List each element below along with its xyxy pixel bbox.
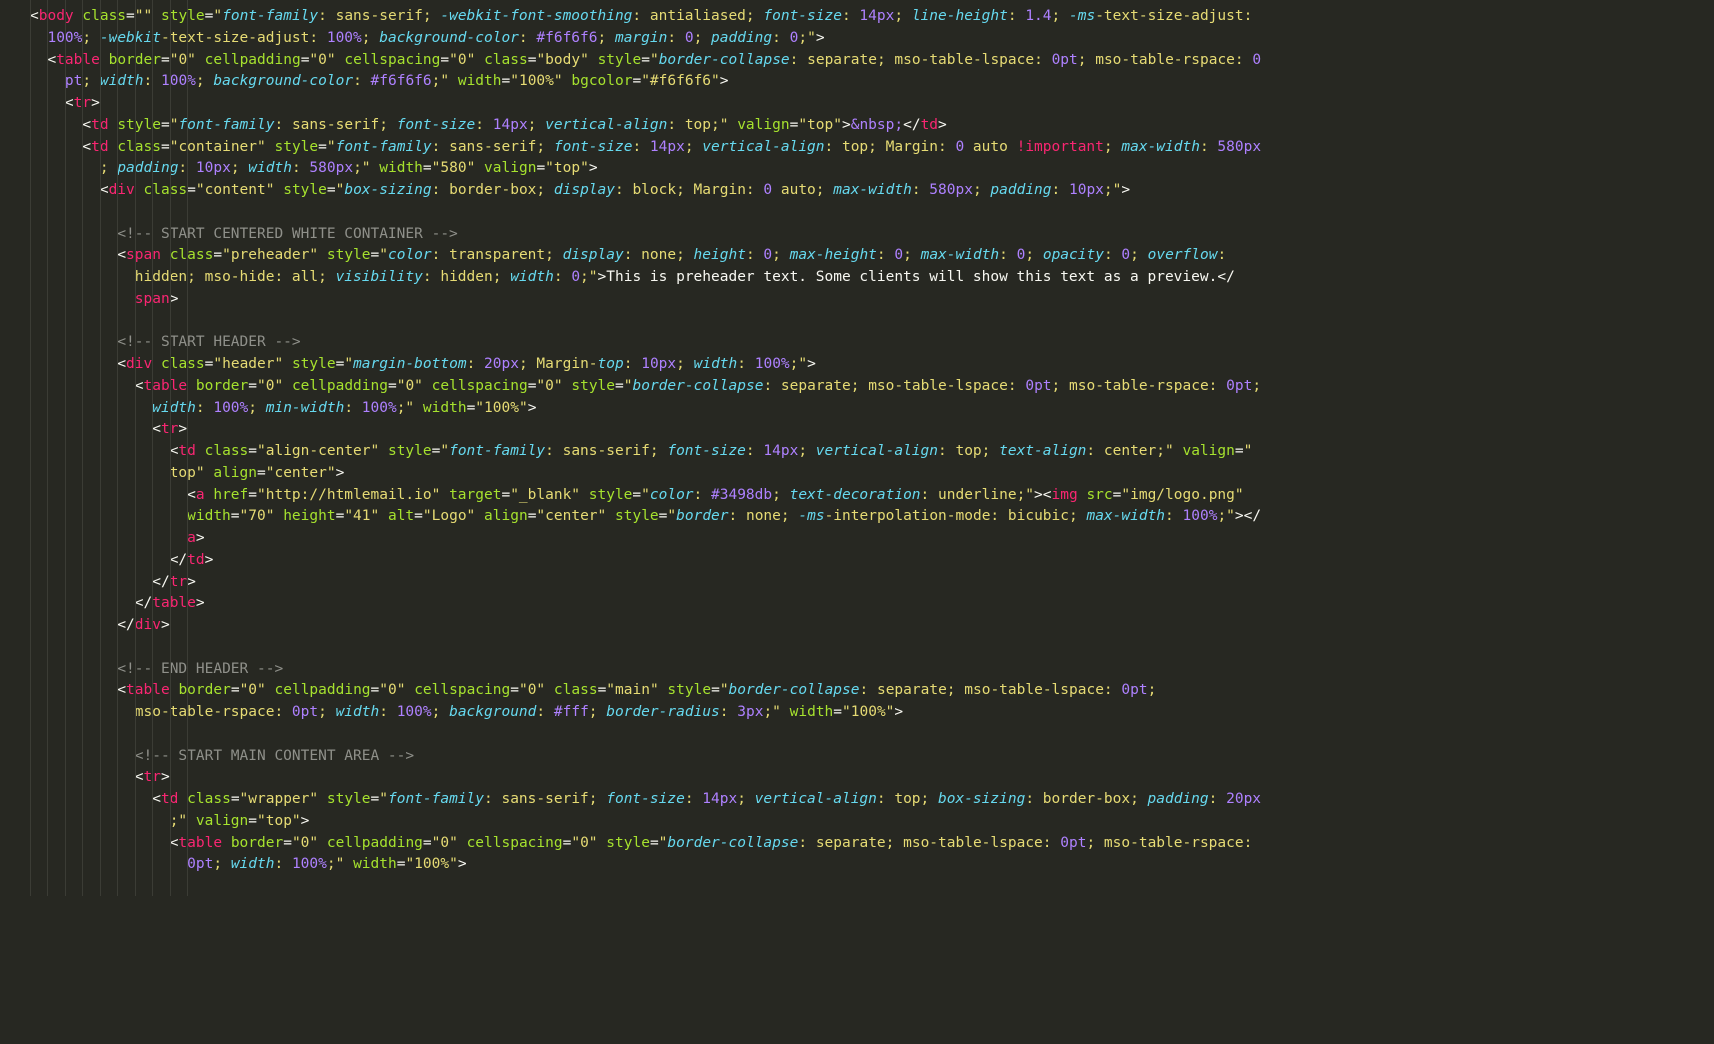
code-editor[interactable]: <body class="" style="font-family: sans-… [0, 0, 1714, 896]
code-line[interactable]: <div class="header" style="margin-bottom… [0, 354, 1714, 376]
code-line[interactable]: 0pt; width: 100%;" width="100%"> [0, 854, 1714, 876]
code-line[interactable]: pt; width: 100%; background-color: #f6f6… [0, 71, 1714, 93]
code-line[interactable]: mso-table-rspace: 0pt; width: 100%; back… [0, 702, 1714, 724]
code-line[interactable] [0, 724, 1714, 746]
code-line[interactable]: <tr> [0, 93, 1714, 115]
code-line[interactable]: <span class="preheader" style="color: tr… [0, 245, 1714, 267]
code-line[interactable] [0, 202, 1714, 224]
code-line[interactable]: span> [0, 289, 1714, 311]
code-line[interactable]: <td class="container" style="font-family… [0, 137, 1714, 159]
code-line[interactable]: <div class="content" style="box-sizing: … [0, 180, 1714, 202]
code-area[interactable]: <body class="" style="font-family: sans-… [0, 0, 1714, 896]
code-line[interactable]: width="70" height="41" alt="Logo" align=… [0, 506, 1714, 528]
code-line[interactable]: <!-- START MAIN CONTENT AREA --> [0, 746, 1714, 768]
code-line[interactable]: <tr> [0, 419, 1714, 441]
code-line[interactable] [0, 311, 1714, 333]
code-line[interactable]: hidden; mso-hide: all; visibility: hidde… [0, 267, 1714, 289]
code-line[interactable]: <tr> [0, 767, 1714, 789]
code-line[interactable]: <table border="0" cellpadding="0" cellsp… [0, 680, 1714, 702]
code-line[interactable]: </td> [0, 550, 1714, 572]
code-line[interactable]: </tr> [0, 572, 1714, 594]
code-line[interactable]: <body class="" style="font-family: sans-… [0, 6, 1714, 28]
code-line[interactable]: ; padding: 10px; width: 580px;" width="5… [0, 158, 1714, 180]
code-line[interactable]: <table border="0" cellpadding="0" cellsp… [0, 50, 1714, 72]
code-line[interactable]: </div> [0, 615, 1714, 637]
code-line[interactable]: <td class="wrapper" style="font-family: … [0, 789, 1714, 811]
code-line[interactable]: a> [0, 528, 1714, 550]
code-line[interactable]: <!-- START CENTERED WHITE CONTAINER --> [0, 224, 1714, 246]
code-line[interactable]: <table border="0" cellpadding="0" cellsp… [0, 833, 1714, 855]
code-line[interactable]: ;" valign="top"> [0, 811, 1714, 833]
code-line[interactable]: <td style="font-family: sans-serif; font… [0, 115, 1714, 137]
code-line[interactable]: <!-- END HEADER --> [0, 659, 1714, 681]
code-line[interactable]: <td class="align-center" style="font-fam… [0, 441, 1714, 463]
code-line[interactable]: 100%; -webkit-text-size-adjust: 100%; ba… [0, 28, 1714, 50]
code-line[interactable] [0, 637, 1714, 659]
code-line[interactable]: width: 100%; min-width: 100%;" width="10… [0, 398, 1714, 420]
code-line[interactable]: <!-- START HEADER --> [0, 332, 1714, 354]
code-line[interactable]: top" align="center"> [0, 463, 1714, 485]
code-line[interactable]: <table border="0" cellpadding="0" cellsp… [0, 376, 1714, 398]
code-line[interactable]: <a href="http://htmlemail.io" target="_b… [0, 485, 1714, 507]
code-line[interactable]: </table> [0, 593, 1714, 615]
